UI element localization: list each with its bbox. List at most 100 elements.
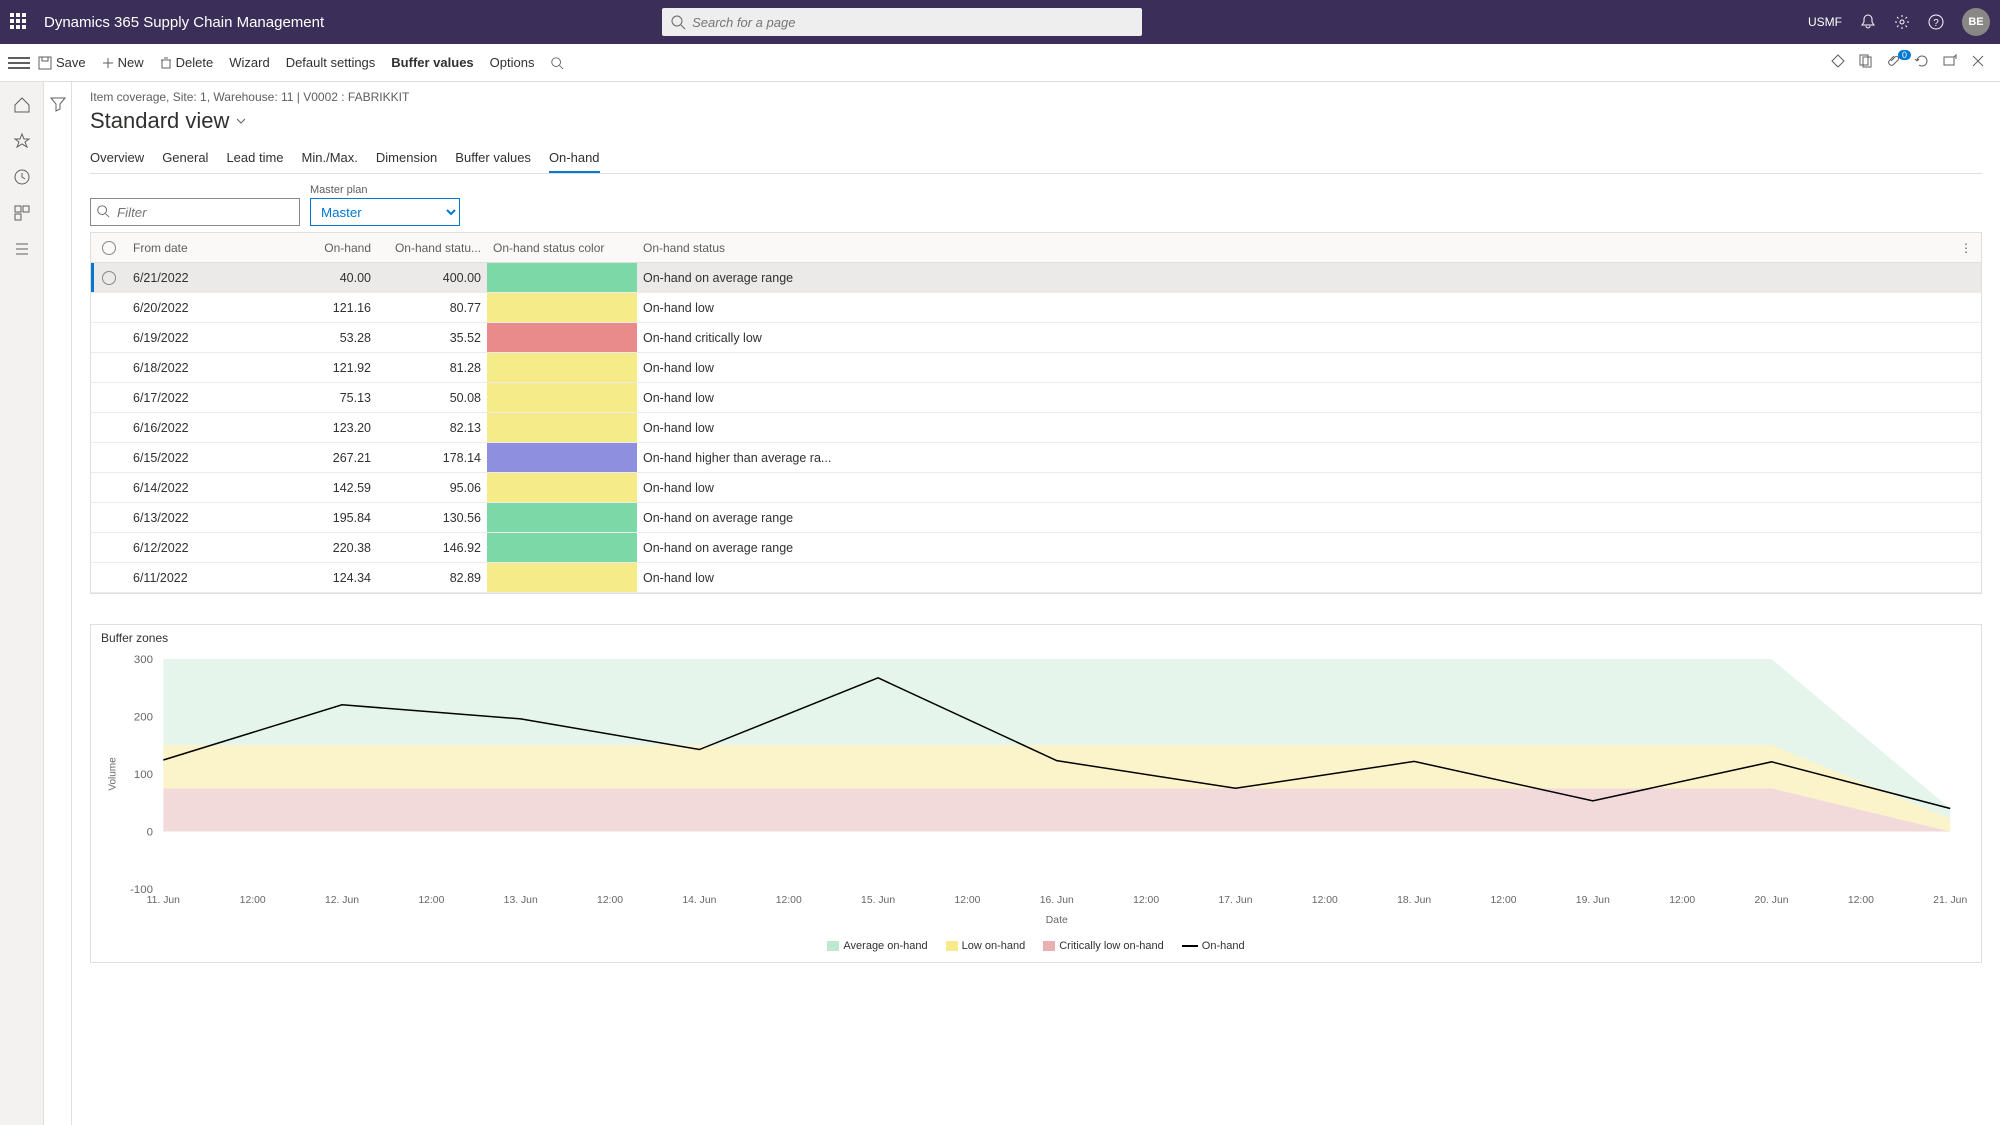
options-label: Options xyxy=(490,55,535,70)
cell-onhand: 142.59 xyxy=(267,481,377,495)
cell-onhand: 40.00 xyxy=(267,271,377,285)
svg-text:12:00: 12:00 xyxy=(240,895,266,906)
trash-icon xyxy=(160,57,172,69)
cell-onhand: 121.16 xyxy=(267,301,377,315)
svg-text:12:00: 12:00 xyxy=(1312,895,1338,906)
nav-rail xyxy=(0,82,44,1125)
row-radio[interactable] xyxy=(102,271,116,285)
tab-overview[interactable]: Overview xyxy=(90,144,144,173)
save-icon xyxy=(38,56,52,70)
cell-status-color xyxy=(487,383,637,412)
grid-row[interactable]: 6/18/2022 121.92 81.28 On-hand low xyxy=(91,353,1981,383)
breadcrumb: Item coverage, Site: 1, Warehouse: 11 | … xyxy=(90,90,1982,104)
save-button[interactable]: Save xyxy=(30,49,94,77)
cell-status: On-hand low xyxy=(637,391,1951,405)
svg-text:19. Jun: 19. Jun xyxy=(1576,895,1610,906)
chart-legend: Average on-hand Low on-hand Critically l… xyxy=(101,940,1971,952)
wizard-label: Wizard xyxy=(229,55,269,70)
cell-from-date: 6/13/2022 xyxy=(127,511,267,525)
grid-row[interactable]: 6/13/2022 195.84 130.56 On-hand on avera… xyxy=(91,503,1981,533)
cell-from-date: 6/16/2022 xyxy=(127,421,267,435)
select-all-radio[interactable] xyxy=(102,241,116,255)
svg-text:12:00: 12:00 xyxy=(1848,895,1874,906)
cell-onhand: 195.84 xyxy=(267,511,377,525)
popout-button[interactable] xyxy=(1936,53,1964,72)
company-code[interactable]: USMF xyxy=(1808,15,1842,29)
svg-text:200: 200 xyxy=(134,712,153,724)
delete-button[interactable]: Delete xyxy=(152,49,222,77)
cell-onhand: 123.20 xyxy=(267,421,377,435)
buffer-label: Buffer values xyxy=(391,55,473,70)
cell-from-date: 6/20/2022 xyxy=(127,301,267,315)
col-onhand-status-pct[interactable]: On-hand statu... xyxy=(377,241,487,255)
cell-status-color xyxy=(487,323,637,352)
tab-on-hand[interactable]: On-hand xyxy=(549,144,600,173)
view-title[interactable]: Standard view xyxy=(90,108,1982,134)
buffer-zones-chart: Buffer zones -1000100200300Volume11. Jun… xyxy=(90,624,1982,963)
grid-row[interactable]: 6/12/2022 220.38 146.92 On-hand on avera… xyxy=(91,533,1981,563)
cell-status-color xyxy=(487,263,637,292)
cell-onhand: 121.92 xyxy=(267,361,377,375)
tab-lead-time[interactable]: Lead time xyxy=(226,144,283,173)
options-button[interactable]: Options xyxy=(482,49,543,77)
wizard-button[interactable]: Wizard xyxy=(221,49,277,77)
user-avatar[interactable]: BE xyxy=(1962,8,1990,36)
tab-dimension[interactable]: Dimension xyxy=(376,144,437,173)
funnel-icon[interactable] xyxy=(50,96,66,112)
attachments-button[interactable]: 0 xyxy=(1880,53,1908,72)
col-onhand[interactable]: On-hand xyxy=(267,241,377,255)
grid-row[interactable]: 6/15/2022 267.21 178.14 On-hand higher t… xyxy=(91,443,1981,473)
cmdbar-search-button[interactable] xyxy=(542,49,572,77)
master-plan-label: Master plan xyxy=(310,184,460,196)
filter-rail xyxy=(44,82,72,1125)
personalize-button[interactable] xyxy=(1824,53,1852,72)
grid-filter-input[interactable] xyxy=(90,198,300,226)
tab-buffer-values[interactable]: Buffer values xyxy=(455,144,531,173)
global-search[interactable] xyxy=(662,8,1142,36)
grid-row[interactable]: 6/11/2022 124.34 82.89 On-hand low xyxy=(91,563,1981,593)
new-button[interactable]: New xyxy=(94,49,152,77)
svg-text:18. Jun: 18. Jun xyxy=(1397,895,1431,906)
cell-onhand-pct: 50.08 xyxy=(377,391,487,405)
col-from-date[interactable]: From date xyxy=(127,241,267,255)
grid-row[interactable]: 6/19/2022 53.28 35.52 On-hand critically… xyxy=(91,323,1981,353)
search-icon xyxy=(96,204,110,218)
cell-from-date: 6/15/2022 xyxy=(127,451,267,465)
star-icon[interactable] xyxy=(13,132,31,150)
grid-row[interactable]: 6/16/2022 123.20 82.13 On-hand low xyxy=(91,413,1981,443)
bell-icon[interactable] xyxy=(1860,14,1876,30)
default-settings-button[interactable]: Default settings xyxy=(278,49,384,77)
close-button[interactable] xyxy=(1964,53,1992,72)
cell-onhand: 124.34 xyxy=(267,571,377,585)
page-options-button[interactable] xyxy=(1852,53,1880,72)
modules-icon[interactable] xyxy=(13,240,31,258)
cell-onhand: 267.21 xyxy=(267,451,377,465)
grid-row[interactable]: 6/14/2022 142.59 95.06 On-hand low xyxy=(91,473,1981,503)
col-onhand-status-color[interactable]: On-hand status color xyxy=(487,241,637,255)
cell-status-color xyxy=(487,413,637,442)
svg-text:13. Jun: 13. Jun xyxy=(504,895,538,906)
gear-icon[interactable] xyxy=(1894,14,1910,30)
grid-options-icon[interactable]: ⋮ xyxy=(1951,241,1981,255)
legend-low: Low on-hand xyxy=(962,940,1026,952)
grid-header: From date On-hand On-hand statu... On-ha… xyxy=(91,233,1981,263)
home-icon[interactable] xyxy=(13,96,31,114)
app-launcher-icon[interactable] xyxy=(10,13,28,31)
col-onhand-status[interactable]: On-hand status xyxy=(637,241,1951,255)
tab-general[interactable]: General xyxy=(162,144,208,173)
global-search-input[interactable] xyxy=(662,8,1142,36)
recent-icon[interactable] xyxy=(13,168,31,186)
buffer-values-button[interactable]: Buffer values xyxy=(383,49,481,77)
cell-status: On-hand low xyxy=(637,481,1951,495)
grid-filter[interactable] xyxy=(90,198,300,226)
master-plan-select[interactable]: Master xyxy=(310,198,460,226)
svg-text:12. Jun: 12. Jun xyxy=(325,895,359,906)
grid-row[interactable]: 6/20/2022 121.16 80.77 On-hand low xyxy=(91,293,1981,323)
grid-row[interactable]: 6/21/2022 40.00 400.00 On-hand on averag… xyxy=(91,263,1981,293)
help-icon[interactable]: ? xyxy=(1928,14,1944,30)
workspace-icon[interactable] xyxy=(13,204,31,222)
grid-row[interactable]: 6/17/2022 75.13 50.08 On-hand low xyxy=(91,383,1981,413)
refresh-button[interactable] xyxy=(1908,53,1936,72)
nav-toggle-icon[interactable] xyxy=(8,57,30,69)
tab-min-max[interactable]: Min./Max. xyxy=(302,144,358,173)
